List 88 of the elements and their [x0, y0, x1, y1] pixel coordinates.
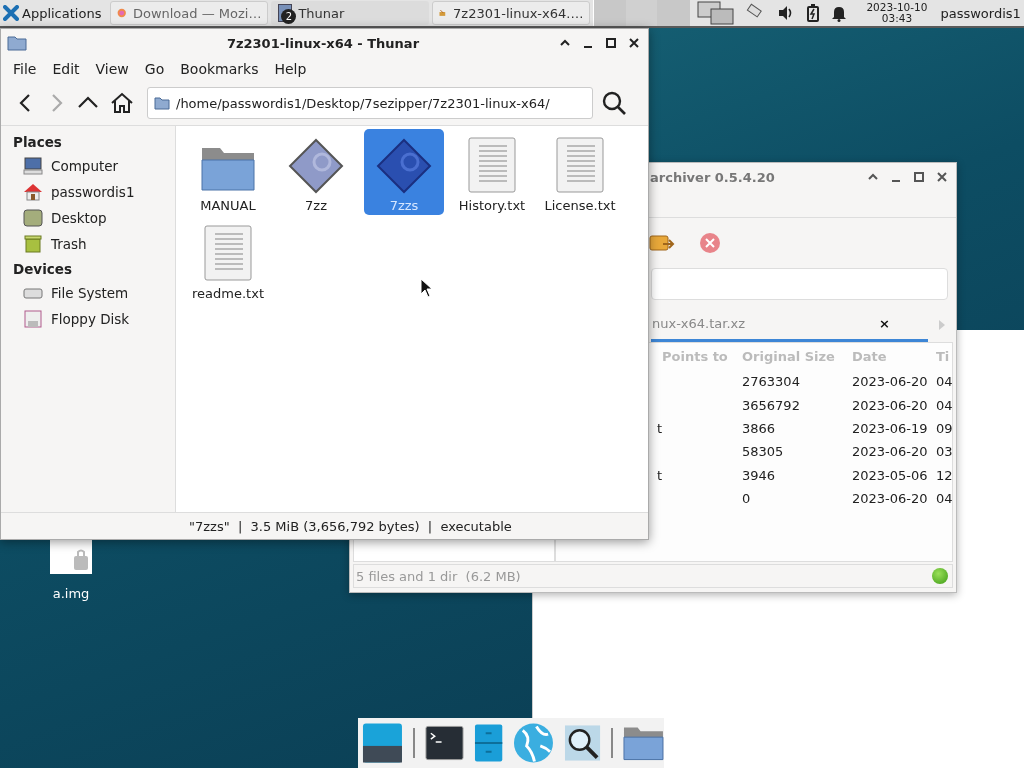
- executable-icon: [288, 138, 344, 194]
- window-count-badge: 2: [281, 9, 297, 24]
- folder-entry[interactable]: MANUAL: [188, 129, 268, 215]
- table-cell-text: 3656792: [742, 397, 801, 413]
- menu-item[interactable]: Help: [266, 61, 315, 77]
- menu-item[interactable]: Go: [136, 61, 173, 77]
- folder-icon: [7, 35, 27, 51]
- clock-date: 2023-10-10: [866, 2, 928, 13]
- clock-time: 03:43: [881, 13, 913, 24]
- user-menu[interactable]: passwordis1: [940, 5, 1021, 21]
- document-entry[interactable]: History.txt: [452, 129, 532, 215]
- folder-icon[interactable]: [623, 725, 664, 761]
- sidebar-heading: Devices: [12, 260, 73, 279]
- text-file-icon: [555, 136, 605, 194]
- sidebar-item[interactable]: Desktop: [1, 205, 175, 231]
- window-title: archiver 0.5.4.20: [650, 169, 775, 185]
- sidebar-item[interactable]: Floppy Disk: [1, 306, 175, 332]
- text-file-icon: [467, 136, 517, 194]
- table-cell: 04: [936, 397, 952, 413]
- home-icon[interactable]: [109, 91, 135, 115]
- location-field[interactable]: [651, 268, 948, 300]
- workspace-switcher[interactable]: [593, 0, 691, 26]
- trash-icon: [23, 235, 43, 253]
- extract-archive-icon[interactable]: [649, 232, 675, 254]
- menu-item[interactable]: Edit: [44, 61, 88, 77]
- maximize-icon[interactable]: [605, 37, 617, 49]
- close-icon[interactable]: [936, 171, 948, 183]
- table-cell-text: 2023-05-06: [852, 467, 929, 483]
- table-cell: 04: [936, 374, 952, 390]
- window-title: 7z2301-linux-x64 - Thunar: [225, 35, 421, 51]
- sidebar-item[interactable]: Trash: [1, 231, 175, 257]
- sidebar-item[interactable]: passwordis1: [1, 179, 175, 205]
- status-indicator-icon: [932, 568, 948, 584]
- close-icon[interactable]: [628, 37, 640, 49]
- location-field[interactable]: /home/passwordis1/Desktop/7sezipper/7z2301-linux-x64/: [147, 87, 593, 119]
- program-entry[interactable]: 7zz: [276, 129, 356, 215]
- terminal-icon[interactable]: [424, 725, 464, 761]
- executable-icon: [376, 138, 432, 194]
- desktop-icon-label: a.img: [52, 586, 90, 601]
- table-cell-text: 2023-06-20: [852, 374, 929, 390]
- menu-item[interactable]: Bookmarks: [172, 61, 267, 77]
- computer-icon: [23, 157, 43, 175]
- battery-icon[interactable]: [806, 4, 821, 22]
- table-cell-text: 2023-06-20: [852, 397, 929, 413]
- applications-menu[interactable]: Applications: [0, 0, 108, 26]
- show-desktop-icon[interactable]: [362, 722, 403, 764]
- sidebar-heading: Places: [12, 133, 63, 152]
- taskbar-button[interactable]: Download — Mozi…: [110, 1, 269, 25]
- table-cell: t: [656, 467, 662, 483]
- taskbar-button[interactable]: 7z2301-linux-x64.…: [432, 1, 591, 25]
- table-cell-text: 2023-06-20: [852, 444, 929, 460]
- clock[interactable]: 2023-10-10 03:43: [866, 2, 928, 24]
- x-logo-icon: [3, 5, 19, 21]
- sidebar-item[interactable]: File System: [1, 280, 175, 306]
- document-entry[interactable]: License.txt: [540, 129, 620, 215]
- taskbar-button[interactable]: 2 Thunar: [271, 1, 430, 25]
- table-cell-text: 3946: [742, 467, 777, 483]
- notification-bell-icon[interactable]: [831, 4, 848, 22]
- menu-item[interactable]: View: [87, 61, 137, 77]
- table-cell: 04: [936, 491, 952, 507]
- document-entry[interactable]: readme.txt: [188, 217, 268, 303]
- desktop-icon[interactable]: a.img: [48, 540, 94, 601]
- folder-icon: [154, 96, 170, 110]
- text-file-icon: [203, 224, 253, 282]
- table-cell: 09: [936, 420, 952, 436]
- table-cell-text: 0: [742, 491, 752, 507]
- table-cell: 03: [936, 444, 952, 460]
- table-cell-text: 2023-06-19: [852, 420, 929, 436]
- maximize-icon[interactable]: [913, 171, 925, 183]
- mouse-pointer-icon: [420, 278, 432, 298]
- home-icon: [23, 183, 43, 201]
- search-icon[interactable]: [601, 90, 627, 116]
- magnifier-icon[interactable]: [564, 724, 602, 762]
- tab-close-button[interactable]: ×: [879, 315, 890, 331]
- menu-item[interactable]: File: [5, 61, 45, 77]
- table-cell: 12: [936, 467, 952, 483]
- desktop-icon: [23, 209, 43, 227]
- stop-icon[interactable]: [699, 232, 721, 254]
- table-cell-text: 2023-06-20: [852, 491, 929, 507]
- windows-icon[interactable]: [697, 1, 736, 25]
- table-cell-text: 58305: [742, 444, 785, 460]
- status-text: "7zzs" | 3.5 MiB (3,656,792 bytes) | executable: [1, 512, 648, 539]
- table-cell-text: 3866: [742, 420, 777, 436]
- file-cabinet-icon[interactable]: [473, 723, 504, 763]
- table-cell-text: 2763304: [742, 374, 801, 390]
- status-text: 5 files and 1 dir (6.2 MB): [355, 568, 521, 584]
- sidebar-item[interactable]: Computer: [1, 153, 175, 179]
- table-cell: t: [656, 420, 662, 436]
